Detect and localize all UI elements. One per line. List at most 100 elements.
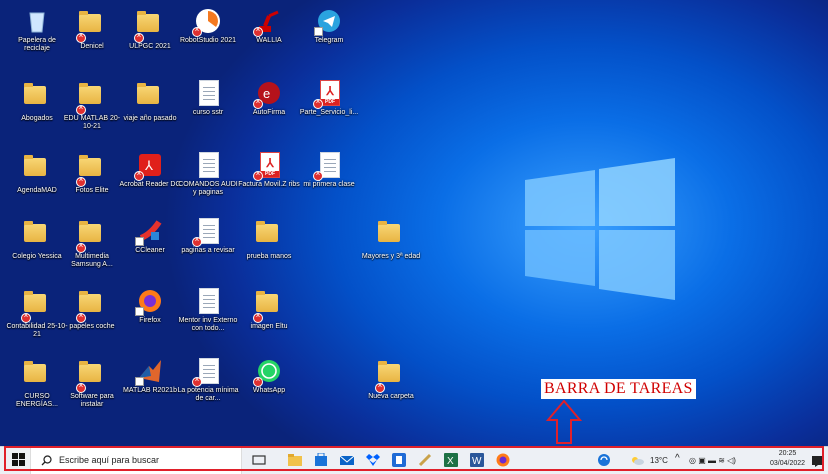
weather-temperature[interactable]: 13°C	[650, 456, 668, 465]
doc-icon	[195, 288, 221, 314]
desktop-icon[interactable]: Multimedia Samsung A...	[61, 218, 123, 269]
sync-error-icon	[76, 31, 86, 43]
sync-error-icon	[76, 311, 86, 323]
up-arrow-annotation	[546, 400, 582, 444]
ccleaner-icon	[135, 218, 163, 246]
desktop-icon[interactable]: e AutoFirma	[238, 80, 300, 117]
desktop-icon[interactable]: EDU MATLAB 20-10-21	[61, 80, 123, 131]
desktop-icon-label: Denicel	[80, 43, 104, 50]
search-icon	[41, 455, 52, 466]
desktop-icon[interactable]: AgendaMAD	[6, 152, 68, 195]
desktop-icon[interactable]: Colegio Yessica	[6, 218, 68, 261]
desktop-icon[interactable]: MATLAB R2021b	[119, 358, 181, 395]
desktop-icon[interactable]: Software para instalar	[61, 358, 123, 409]
folder-icon	[256, 221, 282, 250]
doc-icon	[192, 358, 221, 387]
desktop-icon-label: RobotStudio 2021	[179, 37, 237, 44]
task-view-icon[interactable]	[252, 453, 266, 467]
desktop-icon[interactable]: viaje año pasado	[119, 80, 181, 123]
acrobat-icon: ⅄	[134, 152, 163, 181]
desktop-icon-label: prueba manos	[246, 253, 292, 260]
desktop-icon[interactable]: ⅄ Acrobat Reader DC	[119, 152, 181, 189]
windows-icon[interactable]	[12, 453, 26, 467]
desktop-icon-label: imagen Eltu	[250, 323, 288, 330]
desktop-icon[interactable]: ⅄PDFFactura Movil.Z ribs	[238, 152, 300, 189]
desktop-icon[interactable]: WhatsApp	[238, 358, 300, 395]
desktop-icon[interactable]: Mentor inv Externo con todo...	[177, 288, 239, 333]
notifications-icon[interactable]	[812, 454, 826, 468]
desktop-icon-label: CCleaner	[135, 247, 165, 254]
desktop-icon[interactable]: ULPGC 2021	[119, 8, 181, 51]
desktop-icon[interactable]: WALLIA	[238, 8, 300, 45]
excel-icon[interactable]: X	[444, 453, 458, 467]
word-online-icon[interactable]	[392, 453, 406, 467]
clock-date[interactable]: 03/04/2022	[770, 459, 805, 469]
desktop-icon[interactable]: Fotos Elite	[61, 152, 123, 195]
desktop-icon-label: curso sstr	[192, 109, 224, 116]
folder-icon	[24, 155, 50, 184]
folder-icon	[76, 291, 105, 323]
desktop-icon-label: viaje año pasado	[123, 115, 177, 122]
folder-icon	[253, 291, 282, 323]
folder-icon	[24, 361, 50, 390]
desktop-icon-label: Mentor inv Externo con todo...	[178, 317, 238, 332]
desktop-icon[interactable]: ⅄PDFParte_Servicio_li...	[298, 80, 360, 117]
search-box[interactable]: Escribe aquí para buscar	[30, 447, 242, 474]
desktop-icon[interactable]: Papelera de reciclaje	[6, 8, 68, 53]
robot-icon	[253, 8, 282, 37]
matlab-icon	[135, 358, 163, 386]
word-icon[interactable]: W	[470, 453, 484, 467]
windows-logo-wallpaper	[525, 158, 675, 300]
desktop-icon[interactable]: imagen Eltu	[238, 288, 300, 331]
desktop-icon[interactable]: CCleaner	[119, 218, 181, 255]
desktop-icon[interactable]: prueba manos	[238, 218, 300, 261]
taskbar: Escribe aquí para buscar X W 13°C ^ ◎ ▣ …	[0, 446, 828, 474]
telegram-icon	[314, 8, 342, 36]
desktop-icon[interactable]: Mayores y 3ª edad	[360, 218, 422, 261]
desktop-icon[interactable]: Abogados	[6, 80, 68, 123]
desktop-icon[interactable]: Nueva carpeta	[360, 358, 422, 401]
desktop-icon[interactable]: curso sstr	[177, 80, 239, 117]
desktop-icon[interactable]: papeles coche	[61, 288, 123, 331]
desktop-icon-label: Mayores y 3ª edad	[361, 253, 421, 260]
desktop-icon-label: MATLAB R2021b	[123, 387, 177, 394]
chevron-up-icon[interactable]: ^	[675, 453, 680, 464]
pen-app-icon[interactable]	[418, 453, 432, 467]
folder-icon	[24, 83, 50, 112]
doc-icon	[195, 152, 221, 178]
file-explorer-icon[interactable]	[288, 453, 302, 467]
folder-icon	[137, 83, 163, 112]
store-icon[interactable]	[314, 452, 328, 467]
desktop-icon-label: COMANDOS AUDI y paginas	[178, 181, 238, 196]
mail-icon[interactable]	[339, 453, 355, 467]
desktop-icon[interactable]: mi primera clase	[298, 152, 360, 189]
desktop-icon-label: Multimedia Samsung A...	[71, 253, 113, 268]
clock-time[interactable]: 20:25	[770, 449, 805, 459]
whatsapp-icon	[253, 358, 282, 387]
desktop-icon[interactable]: RobotStudio 2021	[177, 8, 239, 45]
pdf-icon: ⅄ PDF	[313, 80, 342, 109]
onedrive-sync-icon[interactable]	[597, 453, 611, 467]
desktop-icon[interactable]: paginas a revisar	[177, 218, 239, 255]
autofirma-icon: e	[253, 80, 282, 109]
desktop-icon-label: Firefox	[139, 317, 161, 324]
desktop-icon[interactable]: Denicel	[61, 8, 123, 51]
robotstudio-icon	[192, 8, 221, 37]
desktop-icon[interactable]: COMANDOS AUDI y paginas	[177, 152, 239, 197]
desktop-icon-label: papeles coche	[69, 323, 115, 330]
desktop-icon[interactable]: Firefox	[119, 288, 181, 325]
desktop-icon-label: WhatsApp	[252, 387, 286, 394]
desktop-icon[interactable]: CURSO ENERGÍAS...	[6, 358, 68, 409]
tray-icons[interactable]: ◎ ▣ ▬ ≋ ◁)	[689, 456, 736, 465]
shortcut-arrow-icon	[135, 307, 144, 316]
desktop-icon[interactable]: La potencia mínima de car...	[177, 358, 239, 403]
desktop-icon[interactable]: Telegram	[298, 8, 360, 45]
folder-icon	[21, 291, 50, 323]
svg-text:W: W	[472, 456, 482, 467]
firefox-icon[interactable]	[496, 453, 510, 467]
doc-icon	[313, 152, 342, 181]
dropbox-icon[interactable]	[366, 453, 380, 467]
desktop-icon-label: CURSO ENERGÍAS...	[15, 393, 58, 408]
sync-error-icon	[253, 97, 263, 109]
desktop-icon[interactable]: Contabilidad 25-10-21	[6, 288, 68, 339]
